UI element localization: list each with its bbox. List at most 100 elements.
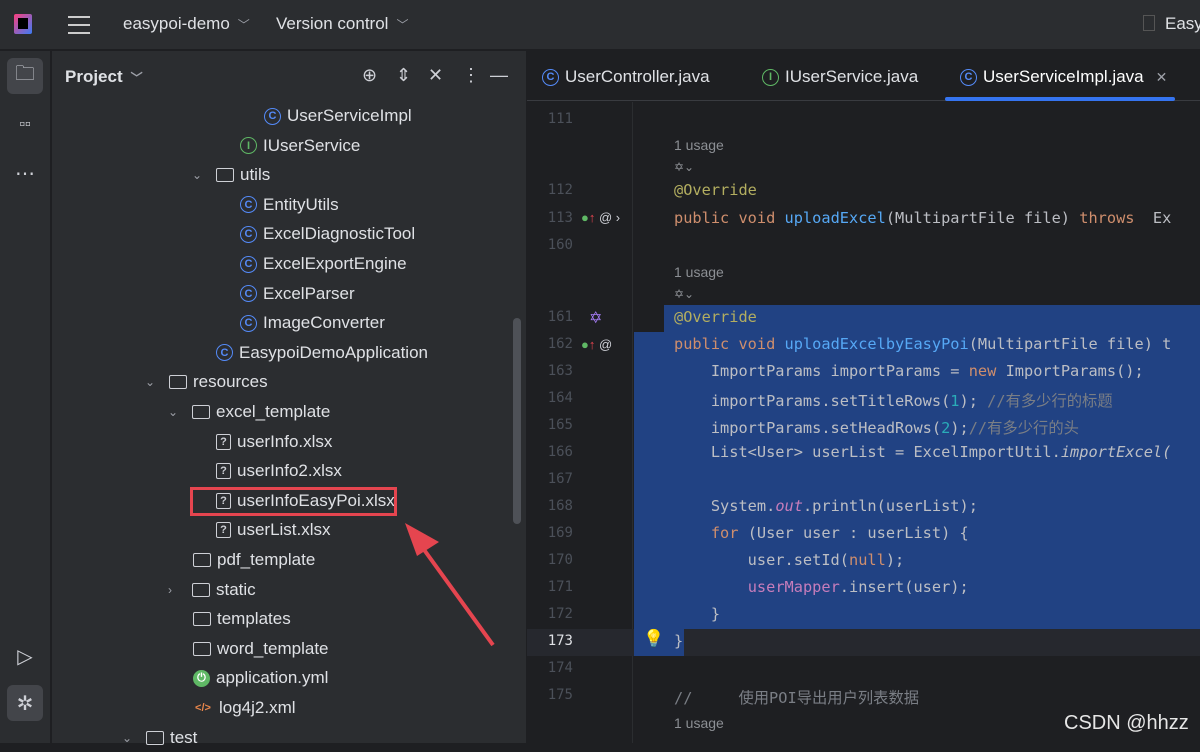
line-number: 172 xyxy=(547,606,573,622)
ai-hint-icon[interactable]: ✡⌄ xyxy=(674,160,694,174)
project-name: easypoi-demo xyxy=(123,14,230,33)
tab-user-controller[interactable]: C UserController.java xyxy=(542,67,710,87)
tree-item[interactable]: I IUserService xyxy=(216,132,360,160)
tree-item-label: userInfo2.xlsx xyxy=(237,461,342,481)
tree-item[interactable]: ⌄ test xyxy=(122,724,197,752)
tree-scrollbar[interactable] xyxy=(513,318,521,524)
tab-user-service-impl[interactable]: C UserServiceImpl.java ✕ xyxy=(960,67,1167,87)
tree-item-label: test xyxy=(170,727,198,747)
project-panel-title[interactable]: Project ﹀ xyxy=(65,67,143,87)
locate-icon[interactable]: ⊕ xyxy=(362,65,377,86)
current-line-highlight xyxy=(527,629,1200,656)
tree-item[interactable]: C ImageConverter xyxy=(216,309,385,337)
main-menu-icon[interactable] xyxy=(68,16,90,34)
tree-item[interactable]: ⌄ utils xyxy=(192,161,270,189)
debug-icon[interactable]: ✲ xyxy=(7,685,43,721)
run-config-selector[interactable]: Easy xyxy=(1143,14,1200,34)
tree-item[interactable]: ⏻ application.yml xyxy=(169,664,328,692)
line-number: 166 xyxy=(547,444,573,460)
watermark: CSDN @hhzz xyxy=(1064,712,1189,734)
tree-item-label: resources xyxy=(193,372,268,392)
chevron-down-icon: ﹀ xyxy=(237,18,250,32)
tree-item[interactable]: templates xyxy=(169,605,291,633)
tree-item-label: EntityUtils xyxy=(263,194,339,214)
panel-title-text: Project xyxy=(65,67,123,86)
folder-icon xyxy=(192,405,210,419)
implements-icon[interactable]: ●↑ @ xyxy=(581,337,612,352)
folder-icon xyxy=(193,612,211,627)
lightbulb-icon[interactable]: 💡 xyxy=(643,629,664,649)
ai-assistant-icon[interactable]: ✡ xyxy=(589,308,602,328)
tree-item-label: UserServiceImpl xyxy=(287,106,412,125)
collapse-all-icon[interactable]: ✕ xyxy=(428,65,443,86)
class-icon: C xyxy=(240,196,257,214)
tree-item-label: templates xyxy=(217,609,291,629)
line-number: 162 xyxy=(547,336,573,352)
tree-item-label: pdf_template xyxy=(217,550,316,569)
hide-panel-icon[interactable]: — xyxy=(490,65,508,86)
project-folder-icon[interactable]: 🗀 xyxy=(7,58,43,94)
tree-item[interactable]: C ExcelExportEngine xyxy=(216,250,407,278)
xml-file-icon: </> xyxy=(195,702,211,714)
run-icon[interactable]: ▷ xyxy=(7,638,43,674)
tree-item-label: ExcelParser xyxy=(263,283,355,303)
usage-hint[interactable]: 1 usage xyxy=(674,715,724,731)
class-icon: C xyxy=(264,107,281,125)
tree-item[interactable]: › static xyxy=(168,576,256,604)
tree-item[interactable]: C ExcelParser xyxy=(216,280,355,308)
chevron-right-icon[interactable]: › xyxy=(168,583,192,597)
usage-hint[interactable]: 1 usage xyxy=(674,264,724,280)
tree-item[interactable]: pdf_template xyxy=(169,546,315,574)
class-icon: C xyxy=(240,285,257,303)
tree-item[interactable]: ? userList.xlsx xyxy=(192,516,331,544)
code-token: .println(userList); xyxy=(802,497,978,515)
tree-item-label: log4j2.xml xyxy=(219,698,296,717)
tree-item[interactable]: ⌄ resources xyxy=(145,368,268,396)
title-bar: easypoi-demo ﹀ Version control ﹀ Easy xyxy=(0,0,1200,50)
unknown-file-icon: ? xyxy=(216,463,231,480)
tree-item[interactable]: C ExcelDiagnosticTool xyxy=(216,220,415,248)
options-icon[interactable]: ⋮ xyxy=(462,65,480,86)
vcs-selector[interactable]: Version control ﹀ xyxy=(276,14,408,34)
tree-item[interactable]: ⌄ excel_template xyxy=(168,398,330,426)
tree-item[interactable]: ? userInfo2.xlsx xyxy=(192,457,342,485)
folder-icon xyxy=(193,641,211,656)
line-number: 113 xyxy=(547,210,573,226)
code-token: null xyxy=(848,551,886,569)
tree-item-label: utils xyxy=(240,165,271,185)
chevron-down-icon[interactable]: ⌄ xyxy=(168,405,192,419)
code-token: (MultipartFile file) t xyxy=(968,335,1172,353)
tree-item-label: IUserService xyxy=(263,135,361,155)
chevron-down-icon[interactable]: ⌄ xyxy=(145,375,169,389)
tree-item[interactable]: C UserServiceImpl xyxy=(240,102,412,130)
line-number: 167 xyxy=(547,471,573,487)
code-line: importParams.setHeadRows(2);//有多少行的头 xyxy=(674,416,1079,438)
chevron-down-icon[interactable]: ⌄ xyxy=(192,168,216,182)
tab-iuser-service[interactable]: I IUserService.java xyxy=(762,67,918,87)
usage-hint[interactable]: 1 usage xyxy=(674,137,724,153)
tree-item[interactable]: C EntityUtils xyxy=(216,191,339,219)
tree-item[interactable]: word_template xyxy=(169,635,329,663)
implements-icon[interactable]: ●↑ @ › xyxy=(581,210,620,225)
code-token: //有多少行的标题 xyxy=(987,392,1113,410)
expand-all-icon[interactable]: ⇕ xyxy=(396,65,411,86)
code-token: ImportParams importParams = xyxy=(674,362,969,380)
chevron-down-icon: ﹀ xyxy=(396,18,409,32)
close-tab-icon[interactable]: ✕ xyxy=(1156,69,1168,86)
tree-item[interactable]: </> log4j2.xml xyxy=(169,694,296,722)
interface-icon: I xyxy=(762,68,779,86)
more-tools-icon[interactable]: ⋯ xyxy=(7,155,43,191)
tab-label: IUserService.java xyxy=(785,67,919,86)
code-line: importParams.setTitleRows(1); //有多少行的标题 xyxy=(674,389,1113,411)
chevron-down-icon[interactable]: ⌄ xyxy=(122,731,146,745)
line-number: 165 xyxy=(547,417,573,433)
tree-item[interactable]: ? userInfo.xlsx xyxy=(192,428,332,456)
code-token: 2 xyxy=(941,419,951,437)
structure-icon[interactable]: ▫▫ xyxy=(7,107,43,143)
code-line: ImportParams importParams = new ImportPa… xyxy=(674,362,1144,380)
code-line: @Override xyxy=(674,181,757,199)
tree-item[interactable]: C EasypoiDemoApplication xyxy=(192,339,428,367)
ai-hint-icon[interactable]: ✡⌄ xyxy=(674,287,694,301)
project-selector[interactable]: easypoi-demo ﹀ xyxy=(123,14,250,34)
